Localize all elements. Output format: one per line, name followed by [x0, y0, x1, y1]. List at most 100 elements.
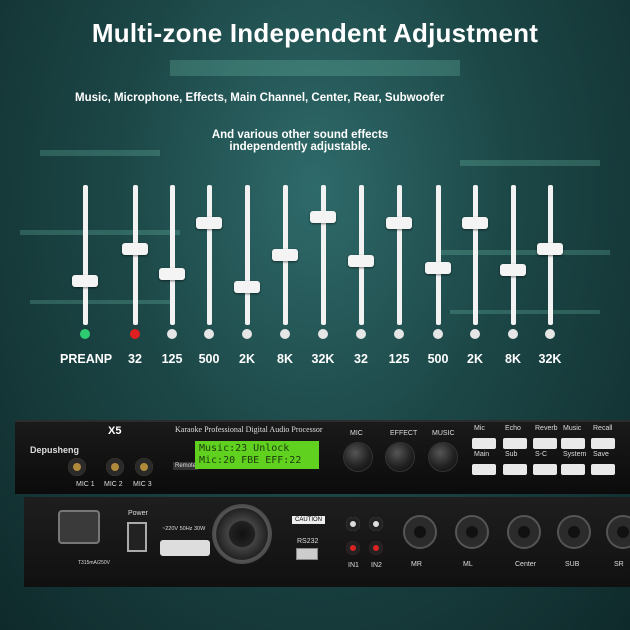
subtitle-line-2b: independently adjustable. — [229, 141, 371, 153]
xlr-output-label: Center — [515, 561, 537, 568]
in1-rca-red[interactable] — [346, 541, 360, 555]
eq-indicator-dot — [167, 329, 177, 339]
lcd-line-1: Music:23 Unlock — [199, 443, 290, 454]
eq-slider-knob[interactable] — [310, 210, 336, 223]
button-label: Recall — [593, 425, 613, 432]
voltage-label: ~220V 50Hz 30W — [162, 526, 206, 532]
button-label: Sub — [505, 451, 518, 458]
eq-slider-track — [397, 185, 402, 325]
eq-slider-track — [548, 185, 553, 325]
eq-slider-12[interactable] — [537, 185, 563, 325]
mic2-label: MIC 2 — [104, 481, 123, 488]
button-label: Main — [474, 451, 490, 458]
eq-slider-2[interactable] — [159, 185, 185, 325]
eq-slider-track — [511, 185, 516, 325]
caution-label: CAUTION — [292, 516, 325, 524]
eq-indicator-dot — [242, 329, 252, 339]
eq-slider-10[interactable] — [462, 185, 488, 325]
eq-slider-knob[interactable] — [537, 242, 563, 255]
eq-slider-1[interactable] — [122, 185, 148, 325]
button-s-c[interactable] — [533, 464, 557, 475]
eq-slider-knob[interactable] — [462, 217, 488, 229]
processor-rear-panel — [24, 497, 630, 587]
eq-slider-knob[interactable] — [122, 242, 148, 255]
button-system[interactable] — [561, 464, 585, 475]
model-label: X5 — [108, 425, 122, 437]
mic3-jack[interactable] — [135, 458, 153, 476]
eq-slider-knob[interactable] — [196, 217, 222, 229]
button-mic[interactable] — [472, 438, 496, 449]
in2-rca-white[interactable] — [369, 517, 383, 531]
button-label: Reverb — [535, 425, 558, 432]
music-volume-knob[interactable] — [428, 442, 458, 472]
eq-slider-7[interactable] — [348, 185, 374, 325]
subtitle-line-1: Music, Microphone, Effects, Main Channel… — [75, 92, 445, 104]
button-label: Save — [593, 451, 609, 458]
button-reverb[interactable] — [533, 438, 557, 449]
eq-indicator-dot — [508, 329, 518, 339]
xlr-output-ml[interactable] — [455, 515, 489, 549]
eq-slider-9[interactable] — [425, 185, 451, 325]
eq-slider-0[interactable] — [72, 185, 98, 325]
in1-rca-white[interactable] — [346, 517, 360, 531]
eq-slider-knob[interactable] — [72, 274, 98, 287]
eq-slider-4[interactable] — [234, 185, 260, 325]
button-music[interactable] — [561, 438, 585, 449]
eq-slider-3[interactable] — [196, 185, 222, 325]
mic1-jack[interactable] — [68, 458, 86, 476]
eq-slider-track — [133, 185, 138, 325]
eq-slider-track — [83, 185, 88, 325]
eq-slider-track — [473, 185, 478, 325]
button-label: Echo — [505, 425, 521, 432]
power-switch[interactable] — [127, 522, 147, 552]
eq-slider-track — [245, 185, 250, 325]
power-label: Power — [128, 510, 148, 517]
xlr-output-center[interactable] — [507, 515, 541, 549]
eq-slider-knob[interactable] — [234, 281, 260, 293]
device-title: Karaoke Professional Digital Audio Proce… — [175, 425, 323, 434]
subtitle-line-2: And various other sound effects independ… — [0, 129, 600, 153]
eq-slider-track — [321, 185, 326, 325]
eq-indicator-dot — [394, 329, 404, 339]
eq-indicator-dot — [470, 329, 480, 339]
headline: Multi-zone Independent Adjustment — [91, 18, 539, 48]
button-recall[interactable] — [591, 438, 615, 449]
mic2-jack[interactable] — [106, 458, 124, 476]
eq-slider-5[interactable] — [272, 185, 298, 325]
eq-slider-knob[interactable] — [348, 255, 374, 268]
in2-rca-red[interactable] — [369, 541, 383, 555]
eq-slider-knob[interactable] — [272, 249, 298, 261]
eq-slider-knob[interactable] — [159, 268, 185, 281]
eq-slider-8[interactable] — [386, 185, 412, 325]
button-main[interactable] — [472, 464, 496, 475]
xlr-output-sub[interactable] — [557, 515, 591, 549]
eq-indicator-dot — [80, 329, 90, 339]
button-sub[interactable] — [503, 464, 527, 475]
xlr-output-label: SR — [614, 561, 624, 568]
mic-volume-knob[interactable] — [343, 442, 373, 472]
xlr-output-label: ML — [463, 561, 473, 568]
knob-music-label: MUSIC — [432, 430, 455, 437]
xlr-output-mr[interactable] — [403, 515, 437, 549]
button-label: Mic — [474, 425, 485, 432]
effect-volume-knob[interactable] — [385, 442, 415, 472]
eq-indicator-dot — [356, 329, 366, 339]
eq-indicator-dot — [130, 329, 140, 339]
eq-slider-knob[interactable] — [500, 264, 526, 277]
cooling-fan — [212, 504, 272, 564]
xlr-output-label: SUB — [565, 561, 580, 568]
button-echo[interactable] — [503, 438, 527, 449]
eq-slider-knob[interactable] — [386, 217, 412, 229]
eq-slider-6[interactable] — [310, 185, 336, 325]
in2-label: IN2 — [371, 562, 382, 569]
iec-power-socket[interactable] — [58, 510, 100, 544]
lcd-display: Music:23 Unlock Mic:20 FBE EFF:22 — [195, 441, 319, 469]
button-save[interactable] — [591, 464, 615, 475]
eq-slider-11[interactable] — [500, 185, 526, 325]
button-label: System — [563, 451, 587, 458]
rs232-usb-port[interactable] — [296, 548, 318, 560]
eq-slider-knob[interactable] — [425, 261, 451, 274]
eq-slider-track — [436, 185, 441, 325]
button-label: Music — [563, 425, 582, 432]
eq-indicator-dot — [318, 329, 328, 339]
